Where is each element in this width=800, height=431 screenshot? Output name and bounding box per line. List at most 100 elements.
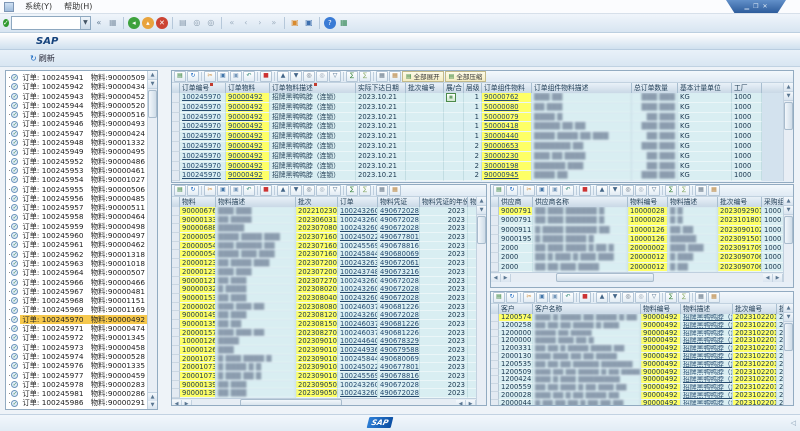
- cell-material-number[interactable]: 90000492: [641, 330, 681, 338]
- scroll-up-icon[interactable]: ▲: [784, 83, 793, 92]
- cell-batch[interactable]: 2023080202: [296, 285, 338, 294]
- copy-icon[interactable]: ▣: [217, 185, 229, 196]
- column-header-expand-collapse[interactable]: 展/合: [444, 83, 464, 93]
- cell-batch[interactable]: 2023081208: [296, 311, 338, 320]
- sort-asc-icon[interactable]: ▲: [596, 292, 608, 303]
- tree-scrollbar[interactable]: ▲ ▼ ▲ ▼: [147, 71, 157, 409]
- scroll-up-icon[interactable]: ▲: [148, 392, 157, 401]
- sort-desc-icon[interactable]: ▼: [290, 71, 302, 82]
- cell-order[interactable]: 100243260: [338, 389, 378, 398]
- tree-item[interactable]: ·✓订单: 100245967 物料:90000481: [8, 287, 147, 296]
- cell-material-number[interactable]: 90000492: [641, 400, 681, 406]
- cell-order-material[interactable]: 90000492: [226, 132, 270, 142]
- undo-icon[interactable]: ↶: [562, 185, 574, 196]
- cell-material[interactable]: 20001073: [180, 372, 216, 381]
- scroll-thumb[interactable]: [240, 399, 342, 406]
- scroll-down-icon[interactable]: ▼: [148, 80, 157, 89]
- cell-material-desc[interactable]: 招牌黑鸭鸭脖（连锁）: [681, 369, 733, 377]
- cell-order-number[interactable]: 100245970: [180, 132, 226, 142]
- cell-material-number[interactable]: 90000492: [641, 314, 681, 322]
- cell-order[interactable]: 100246037: [338, 303, 378, 312]
- refresh-button[interactable]: ↻ 刷新: [26, 52, 59, 65]
- cell-batch[interactable]: 2023060311: [296, 216, 338, 225]
- cell-batch-number[interactable]: 2023102201: [733, 322, 777, 330]
- cell-material-desc[interactable]: 招牌黑鸭鸭脖（连锁）: [681, 392, 733, 400]
- cell-batch[interactable]: 2023071602: [296, 242, 338, 251]
- new-session-icon[interactable]: ▣: [289, 17, 301, 29]
- cell-batch-number[interactable]: 2023102201: [733, 384, 777, 392]
- expand-collapse-icon[interactable]: ▦: [446, 93, 456, 102]
- cut-icon[interactable]: ✂: [204, 71, 216, 82]
- tree-item[interactable]: ·✓订单: 100245944 物料:90000520: [8, 101, 147, 110]
- cell-material-number[interactable]: 20000002: [628, 244, 668, 253]
- scroll-up-icon[interactable]: ▲: [148, 71, 157, 80]
- cell-order[interactable]: 100245844: [338, 355, 378, 364]
- horizontal-scrollbar[interactable]: ◀▶◀▶: [491, 272, 783, 282]
- tree-item[interactable]: ·✓订单: 100245963 物料:90001018: [8, 259, 147, 268]
- cell-batch[interactable]: 2023072708: [296, 277, 338, 286]
- column-header-supplier-name[interactable]: 供应商名称: [533, 197, 628, 207]
- choose-details-icon[interactable]: ▤: [493, 185, 505, 196]
- tree-item[interactable]: ·✓订单: 100245945 物料:90000516: [8, 110, 147, 119]
- cell-order-number[interactable]: 100245970: [180, 162, 226, 172]
- cell-batch-number[interactable]: 2023102201: [733, 337, 777, 345]
- cut-icon[interactable]: ✂: [523, 185, 535, 196]
- cell-material-doc[interactable]: 4906788168: [378, 372, 420, 381]
- cell-material-doc[interactable]: 4906720616: [378, 259, 420, 268]
- cell-material-doc[interactable]: 4906720286: [378, 285, 420, 294]
- scroll-left-icon[interactable]: ◀: [456, 400, 466, 406]
- cell-batch-number[interactable]: 2023102201: [733, 345, 777, 353]
- scroll-thumb[interactable]: [148, 90, 157, 118]
- sort-asc-icon[interactable]: ▲: [596, 185, 608, 196]
- cell-order-material[interactable]: 90000492: [226, 103, 270, 113]
- cell-material-doc[interactable]: 4906720286: [378, 381, 420, 390]
- cell-material-doc[interactable]: 4906778010: [378, 233, 420, 242]
- cell-batch-number[interactable]: 2023102201: [733, 353, 777, 361]
- cell-material-number[interactable]: 10000126: [628, 226, 668, 235]
- cell-order-material[interactable]: 90000492: [226, 171, 270, 181]
- filter-icon[interactable]: ▽: [648, 185, 660, 196]
- cell-material[interactable]: 90000139: [180, 381, 216, 390]
- cell-batch-number[interactable]: 2023092901: [718, 207, 762, 216]
- scroll-thumb[interactable]: [477, 216, 486, 244]
- cell-material-doc[interactable]: 4906720286: [378, 277, 420, 286]
- column-header-total-order-qty[interactable]: 总订单数量: [632, 83, 678, 93]
- tree-item[interactable]: ·✓订单: 100245986 物料:90000291: [8, 398, 147, 407]
- cell-order[interactable]: 100245569: [338, 372, 378, 381]
- cell-order-number[interactable]: 100245970: [180, 93, 226, 103]
- column-header-material-desc[interactable]: 物料描述: [216, 197, 296, 207]
- cell-batch-number[interactable]: 2023102201: [733, 369, 777, 377]
- cell-material-desc[interactable]: 招牌黑鸭鸭脖（连锁）: [681, 384, 733, 392]
- last-page-icon[interactable]: »: [268, 17, 280, 29]
- cell-material[interactable]: 20001073: [180, 355, 216, 364]
- find-next-icon[interactable]: ◎: [316, 71, 328, 82]
- scroll-down-icon[interactable]: ▼: [784, 313, 793, 322]
- cell-material-doc[interactable]: 4906788168: [378, 242, 420, 251]
- cell-batch-number[interactable]: 2023090706: [718, 253, 762, 262]
- column-header-row-selector[interactable]: [491, 197, 499, 207]
- cell-order[interactable]: 100245022: [338, 233, 378, 242]
- cell-material-number[interactable]: 10000028: [628, 216, 668, 225]
- tree-item[interactable]: ·✓订单: 100245947 物料:90000424: [8, 129, 147, 138]
- next-page-icon[interactable]: ›: [254, 17, 266, 29]
- customize-icon[interactable]: ▦: [338, 17, 350, 29]
- column-header-order-material-desc[interactable]: 订单物料描述: [270, 83, 356, 93]
- column-header-level[interactable]: 层级: [464, 83, 482, 93]
- help-icon[interactable]: ?: [324, 17, 336, 29]
- subtotal-icon[interactable]: ∑: [359, 71, 371, 82]
- tree-item[interactable]: ·✓订单: 100245941 物料:90000509: [8, 73, 147, 82]
- scroll-left-icon[interactable]: ◀: [491, 274, 501, 282]
- scroll-left-icon[interactable]: ◀: [172, 400, 182, 406]
- tree-item[interactable]: ·✓订单: 100245952 物料:90000486: [8, 157, 147, 166]
- tree-item[interactable]: ·✓订单: 100245962 物料:90001318: [8, 250, 147, 259]
- cell-material-number[interactable]: 90000492: [641, 376, 681, 384]
- cell-material[interactable]: 90000149: [180, 311, 216, 320]
- sort-asc-icon[interactable]: ▲: [277, 71, 289, 82]
- cell-batch-number[interactable]: 2023091709: [718, 244, 762, 253]
- find-icon[interactable]: ◎: [622, 292, 634, 303]
- cell-material-doc[interactable]: 4906720286: [378, 207, 420, 216]
- cell-batch-number[interactable]: 2023102201: [733, 314, 777, 322]
- cell-material-number[interactable]: 90000492: [641, 337, 681, 345]
- column-header-base-unit[interactable]: 基本计量单位: [678, 83, 732, 93]
- cell-batch[interactable]: 2023090102: [296, 346, 338, 355]
